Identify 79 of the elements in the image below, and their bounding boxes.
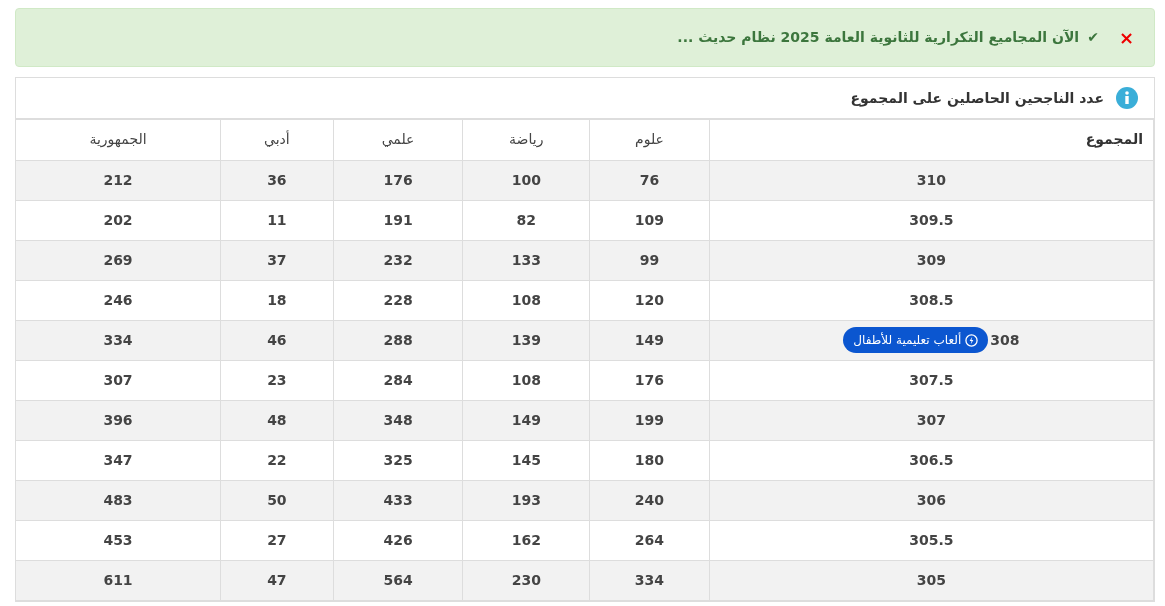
table-cell: 202 [103,211,133,228]
table-cell: 309.5 [909,211,954,228]
column-header: رياضة [509,131,544,148]
table-cell: 193 [511,491,541,508]
table-cell: 108 [511,291,541,308]
table-cell: 100 [511,171,541,188]
table-cell: 46 [267,331,287,348]
table-cell: 36 [267,171,287,188]
table-cell: 230 [511,571,541,588]
table-cell: 307 [916,411,947,428]
table-cell: 334 [634,571,665,588]
table-cell: 309 [916,251,947,268]
ad-badge-link[interactable]: ألعاب تعليمية للأطفال [843,327,989,353]
table-cell: 325 [383,451,413,468]
table-cell: 50 [267,491,287,508]
table-cell: 611 [103,571,133,588]
table-cell: 11 [267,211,287,228]
column-header: الجمهورية [89,131,147,148]
table-cell: 76 [639,171,660,188]
column-header: أدبي [264,131,290,148]
column-header: علوم [635,131,664,148]
table-cell: 228 [383,291,413,308]
column-header: المجموع [1085,131,1143,148]
table-cell: 307.5 [909,371,954,388]
table-cell: 564 [383,571,413,588]
table-cell: 191 [383,211,413,228]
close-button[interactable]: × [1118,24,1134,51]
table-cell: 139 [511,331,541,348]
table-cell: 37 [267,251,287,268]
table-cell: 149 [511,411,541,428]
table-cell: 264 [634,531,665,548]
column-header: علمي [381,131,415,148]
alert-message[interactable]: الآن المجاميع التكرارية للثانوية العامة 2025 نظام حديث ... [677,27,1080,48]
table-cell: 180 [634,451,665,468]
table-cell: 82 [516,211,536,228]
table-cell: 453 [103,531,133,548]
table-cell: 199 [634,411,665,428]
table-cell: 133 [511,251,541,268]
table-cell: 232 [383,251,413,268]
table-cell: 334 [103,331,133,348]
table-cell: 348 [383,411,413,428]
table-cell: 483 [103,491,133,508]
table-cell: 149 [634,331,665,348]
table-cell: 99 [639,251,660,268]
table-cell: 212 [103,171,133,188]
table-cell: 27 [267,531,287,548]
table-cell: 306.5 [909,451,954,468]
table-cell: 305.5 [909,531,954,548]
table-cell: 433 [383,491,413,508]
table-cell: 396 [103,411,133,428]
table-cell: 47 [267,571,287,588]
table-cell: 145 [511,451,541,468]
table-cell: 48 [267,411,287,428]
table-cell: 240 [634,491,665,508]
table-cell: 288 [383,331,413,348]
table-cell: 306 [916,491,947,508]
table-cell: 18 [267,291,287,308]
table-cell: 347 [103,451,133,468]
table-cell: 307 [103,371,133,388]
table-cell: 120 [634,291,665,308]
table-cell: 246 [103,291,133,308]
panel-title: عدد الناجحين الحاصلين على المجموع [850,88,1104,109]
table-cell: 23 [267,371,287,388]
info-icon [1116,87,1138,109]
bolt-icon [965,333,979,347]
table-cell: 176 [383,171,413,188]
table-cell: 310 [916,171,947,188]
table-cell: 305 [916,571,947,588]
table-cell: 162 [511,531,541,548]
table-cell: 269 [103,251,133,268]
table-cell: 426 [383,531,413,548]
table-cell: 109 [634,211,665,228]
table-cell: 176 [634,371,665,388]
table-cell-text: 308 [990,330,1020,350]
table-cell: 22 [267,451,287,468]
check-icon: ✔ [1087,27,1099,48]
table-cell: 308.5 [909,291,954,308]
table-cell: 108 [511,371,541,388]
table-cell: 284 [383,371,413,388]
